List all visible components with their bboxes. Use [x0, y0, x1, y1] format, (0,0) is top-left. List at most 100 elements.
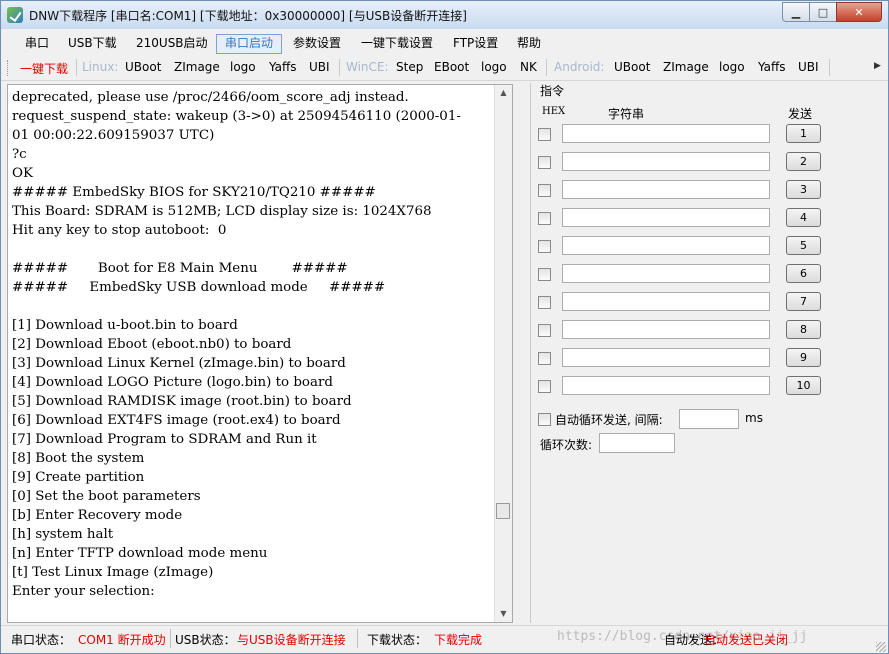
- toolbar-separator: [76, 59, 77, 76]
- linux-uboot-button[interactable]: UBoot: [125, 60, 161, 74]
- hex-checkbox-6[interactable]: [538, 268, 551, 281]
- panel-splitter[interactable]: [530, 83, 531, 623]
- wince-step-button[interactable]: Step: [396, 60, 423, 74]
- menu-help[interactable]: 帮助: [509, 34, 549, 52]
- android-label: Android:: [554, 60, 605, 74]
- status-separator: [170, 629, 171, 648]
- send-button-7[interactable]: 7: [786, 292, 821, 311]
- scroll-down-arrow-icon[interactable]: ▼: [495, 606, 512, 622]
- resize-grip-icon[interactable]: [876, 642, 886, 652]
- interval-input[interactable]: [679, 409, 739, 429]
- command-input-2[interactable]: [562, 152, 770, 171]
- status-separator: [357, 629, 358, 648]
- command-panel-title: 指令: [540, 84, 565, 98]
- hex-column-header: HEX: [542, 106, 566, 117]
- one-key-download-button[interactable]: 一键下载: [20, 60, 68, 77]
- window-title: DNW下载程序 [串口名:COM1] [下载地址：0x30000000] [与U…: [29, 9, 467, 23]
- menu-serial-boot[interactable]: 串口启动: [216, 34, 283, 54]
- string-column-header: 字符串: [608, 107, 645, 121]
- wince-eboot-button[interactable]: EBoot: [434, 60, 469, 74]
- maximize-button[interactable]: □: [809, 2, 837, 22]
- terminal-text: deprecated, please use /proc/2466/oom_sc…: [12, 90, 461, 599]
- send-button-6[interactable]: 6: [786, 264, 821, 283]
- linux-label: Linux:: [82, 60, 119, 74]
- loop-count-input[interactable]: [599, 433, 675, 453]
- send-button-9[interactable]: 9: [786, 348, 821, 367]
- menu-serial[interactable]: 串口: [17, 34, 57, 52]
- menu-usb-download[interactable]: USB下载: [60, 34, 125, 52]
- send-button-5[interactable]: 5: [786, 236, 821, 255]
- send-button-8[interactable]: 8: [786, 320, 821, 339]
- serial-status-label: 串口状态：: [11, 633, 72, 647]
- command-input-7[interactable]: [562, 292, 770, 311]
- send-column-header: 发送: [788, 107, 813, 121]
- scroll-thumb[interactable]: [496, 503, 510, 519]
- send-button-2[interactable]: 2: [786, 152, 821, 171]
- serial-status-value: COM1 断开成功: [78, 633, 166, 647]
- command-input-3[interactable]: [562, 180, 770, 199]
- hex-checkbox-7[interactable]: [538, 296, 551, 309]
- menu-bar: 串口 USB下载 210USB启动 串口启动 参数设置 一键下载设置 FTP设置…: [1, 30, 888, 56]
- android-yaffs-button[interactable]: Yaffs: [758, 60, 786, 74]
- linux-zimage-button[interactable]: ZImage: [174, 60, 220, 74]
- hex-checkbox-2[interactable]: [538, 156, 551, 169]
- android-zimage-button[interactable]: ZImage: [663, 60, 709, 74]
- wince-logo-button[interactable]: logo: [481, 60, 507, 74]
- auto-send-value: 自动发送已关闭: [704, 633, 789, 647]
- hex-checkbox-8[interactable]: [538, 324, 551, 337]
- android-ubi-button[interactable]: UBI: [798, 60, 819, 74]
- download-status-value: 下载完成: [434, 633, 483, 647]
- menu-210usb-boot[interactable]: 210USB启动: [128, 34, 216, 52]
- title-bar[interactable]: DNW下载程序 [串口名:COM1] [下载地址：0x30000000] [与U…: [1, 1, 888, 29]
- dnw-window: DNW下载程序 [串口名:COM1] [下载地址：0x30000000] [与U…: [0, 0, 889, 654]
- wince-nk-button[interactable]: NK: [520, 60, 537, 74]
- toolbar-separator: [546, 59, 547, 76]
- android-logo-button[interactable]: logo: [719, 60, 745, 74]
- toolbar-grip-icon[interactable]: [7, 60, 11, 76]
- hex-checkbox-5[interactable]: [538, 240, 551, 253]
- send-button-4[interactable]: 4: [786, 208, 821, 227]
- app-icon: [7, 7, 23, 23]
- command-input-10[interactable]: [562, 376, 770, 395]
- command-input-6[interactable]: [562, 264, 770, 283]
- toolbar-separator: [339, 59, 340, 76]
- auto-loop-label: 自动循环发送, 间隔:: [555, 413, 663, 427]
- linux-logo-button[interactable]: logo: [230, 60, 256, 74]
- toolbar-separator: [829, 59, 830, 76]
- command-input-4[interactable]: [562, 208, 770, 227]
- linux-ubi-button[interactable]: UBI: [309, 60, 330, 74]
- send-button-10[interactable]: 10: [786, 376, 821, 395]
- menu-one-key-settings[interactable]: 一键下载设置: [353, 34, 441, 52]
- toolbar-overflow-chevron-icon[interactable]: ▶: [874, 61, 884, 75]
- status-bar: https://blog.csdn.net/xiao_jj_jj 串口状态： C…: [1, 625, 888, 653]
- terminal-scrollbar[interactable]: ▲ ▼: [494, 85, 512, 622]
- menu-params[interactable]: 参数设置: [285, 34, 349, 52]
- hex-checkbox-9[interactable]: [538, 352, 551, 365]
- auto-loop-checkbox[interactable]: [538, 413, 551, 426]
- loop-count-label: 循环次数:: [540, 438, 593, 452]
- scroll-up-arrow-icon[interactable]: ▲: [495, 85, 512, 101]
- download-status-label: 下载状态：: [367, 633, 428, 647]
- menu-ftp-settings[interactable]: FTP设置: [445, 34, 506, 52]
- linux-yaffs-button[interactable]: Yaffs: [269, 60, 297, 74]
- send-button-3[interactable]: 3: [786, 180, 821, 199]
- hex-checkbox-10[interactable]: [538, 380, 551, 393]
- close-button[interactable]: ✕: [836, 2, 882, 22]
- hex-checkbox-1[interactable]: [538, 128, 551, 141]
- command-input-1[interactable]: [562, 124, 770, 143]
- toolbar: 一键下载 Linux: UBoot ZImage logo Yaffs UBI …: [1, 56, 888, 81]
- ms-unit-label: ms: [745, 411, 763, 425]
- command-input-8[interactable]: [562, 320, 770, 339]
- hex-checkbox-4[interactable]: [538, 212, 551, 225]
- command-input-5[interactable]: [562, 236, 770, 255]
- hex-checkbox-3[interactable]: [538, 184, 551, 197]
- terminal-output[interactable]: deprecated, please use /proc/2466/oom_sc…: [7, 84, 513, 623]
- android-uboot-button[interactable]: UBoot: [614, 60, 650, 74]
- minimize-button[interactable]: ▁: [782, 2, 810, 22]
- send-button-1[interactable]: 1: [786, 124, 821, 143]
- wince-label: WinCE:: [346, 60, 389, 74]
- window-controls: ▁ □ ✕: [782, 2, 882, 22]
- usb-status-value: 与USB设备断开连接: [237, 633, 346, 647]
- command-input-9[interactable]: [562, 348, 770, 367]
- usb-status-label: USB状态：: [175, 633, 236, 647]
